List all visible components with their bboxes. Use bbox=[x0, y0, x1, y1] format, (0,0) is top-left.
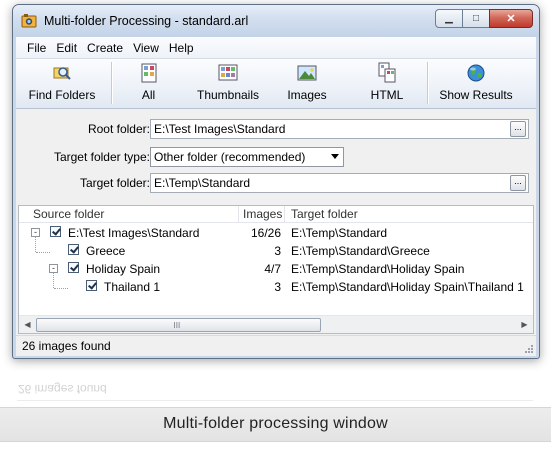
target-folder-row: Target folder: E:\Temp\Standard ... bbox=[16, 173, 536, 195]
tree-row[interactable]: Thailand 1 3 E:\Temp\Standard\Holiday Sp… bbox=[19, 277, 533, 295]
target-type-row: Target folder type: Other folder (recomm… bbox=[16, 147, 536, 169]
client-area: File Edit Create View Help Find Folders bbox=[16, 37, 536, 356]
title-bar[interactable]: Multi-folder Processing - standard.arl ▁… bbox=[13, 5, 539, 37]
minimize-icon: ▁ bbox=[445, 13, 453, 24]
root-folder-value: E:\Test Images\Standard bbox=[154, 122, 286, 136]
row-checkbox[interactable] bbox=[50, 226, 61, 237]
maximize-button[interactable]: □ bbox=[462, 9, 490, 28]
target-folder-path: E:\Temp\Standard\Greece bbox=[291, 244, 430, 258]
tree-row[interactable]: - E:\Test Images\Standard 16/26 E:\Temp\… bbox=[19, 223, 533, 241]
tree-row[interactable]: Greece 3 E:\Temp\Standard\Greece bbox=[19, 241, 533, 259]
image-count: 3 bbox=[274, 244, 281, 258]
settings-form: Root folder: E:\Test Images\Standard ...… bbox=[16, 109, 536, 203]
app-icon bbox=[21, 14, 37, 28]
scroll-right-arrow[interactable]: ▶ bbox=[516, 316, 533, 333]
menu-bar: File Edit Create View Help bbox=[16, 37, 536, 59]
all-button[interactable]: All bbox=[116, 59, 181, 108]
menu-create[interactable]: Create bbox=[83, 37, 129, 58]
source-folder-name: Holiday Spain bbox=[86, 262, 161, 276]
image-count: 16/26 bbox=[250, 226, 281, 240]
horizontal-scrollbar[interactable]: ◀ III ▶ bbox=[19, 315, 533, 333]
image-count: 4/7 bbox=[264, 262, 281, 276]
target-type-value: Other folder (recommended) bbox=[154, 150, 306, 164]
target-folder-label: Target folder: bbox=[79, 176, 150, 190]
column-source-folder[interactable]: Source folder bbox=[33, 207, 104, 221]
thumbnails-button[interactable]: Thumbnails bbox=[188, 59, 268, 108]
menu-edit[interactable]: Edit bbox=[52, 37, 83, 58]
tree-row[interactable]: - Holiday Spain 4/7 E:\Temp\Standard\Hol… bbox=[19, 259, 533, 277]
root-folder-browse-button[interactable]: ... bbox=[510, 121, 526, 137]
scroll-grip: III bbox=[173, 321, 181, 330]
images-icon bbox=[297, 65, 317, 81]
root-folder-input[interactable]: E:\Test Images\Standard ... bbox=[150, 119, 529, 139]
thumbnails-icon bbox=[218, 64, 238, 81]
maximize-icon: □ bbox=[472, 13, 480, 24]
status-bar: 26 images found bbox=[16, 335, 536, 356]
find-folders-icon bbox=[53, 67, 71, 80]
window-controls: ▁ □ ✕ bbox=[435, 9, 533, 28]
scroll-thumb[interactable]: III bbox=[36, 318, 321, 332]
folder-tree[interactable]: Source folder Images Target folder - E:\… bbox=[18, 205, 534, 334]
source-folder-name: E:\Test Images\Standard bbox=[68, 226, 200, 240]
toolbar: Find Folders All Thumbnails Images HTML … bbox=[16, 59, 536, 109]
minimize-button[interactable]: ▁ bbox=[435, 9, 463, 28]
main-window: Multi-folder Processing - standard.arl ▁… bbox=[12, 4, 540, 359]
column-divider[interactable] bbox=[238, 206, 239, 222]
menu-file[interactable]: File bbox=[16, 37, 52, 58]
column-images[interactable]: Images bbox=[243, 207, 282, 221]
resize-grip-icon[interactable] bbox=[524, 344, 534, 354]
thumbnails-label: Thumbnails bbox=[196, 88, 260, 102]
globe-icon bbox=[467, 64, 485, 82]
target-folder-path: E:\Temp\Standard\Holiday Spain bbox=[291, 262, 465, 276]
tree-header: Source folder Images Target folder bbox=[19, 206, 533, 223]
scroll-left-arrow[interactable]: ◀ bbox=[19, 316, 36, 333]
root-folder-label: Root folder: bbox=[87, 122, 150, 136]
menu-help[interactable]: Help bbox=[165, 37, 200, 58]
target-folder-path: E:\Temp\Standard bbox=[291, 226, 388, 240]
target-folder-input[interactable]: E:\Temp\Standard ... bbox=[150, 173, 529, 193]
caption-band: Multi-folder processing window bbox=[0, 407, 551, 442]
close-icon: ✕ bbox=[506, 13, 516, 25]
all-label: All bbox=[141, 88, 156, 102]
close-button[interactable]: ✕ bbox=[489, 9, 533, 28]
collapse-toggle[interactable]: - bbox=[31, 228, 40, 237]
collapse-toggle[interactable]: - bbox=[49, 264, 58, 273]
find-folders-label: Find Folders bbox=[28, 88, 96, 102]
source-folder-name: Greece bbox=[86, 244, 126, 258]
show-results-label: Show Results bbox=[439, 88, 513, 102]
root-folder-row: Root folder: E:\Test Images\Standard ... bbox=[16, 119, 536, 141]
status-text: 26 images found bbox=[22, 339, 111, 353]
target-folder-path: E:\Temp\Standard\Holiday Spain\Thailand … bbox=[291, 280, 524, 294]
figure-caption: Multi-folder processing window bbox=[163, 415, 388, 432]
image-count: 3 bbox=[274, 280, 281, 294]
reflection-divider bbox=[17, 400, 533, 401]
column-target-folder[interactable]: Target folder bbox=[291, 207, 358, 221]
chevron-down-icon bbox=[331, 154, 339, 159]
target-type-select[interactable]: Other folder (recommended) bbox=[150, 147, 344, 167]
all-icon bbox=[141, 63, 156, 83]
html-icon bbox=[378, 62, 396, 83]
window-title: Multi-folder Processing - standard.arl bbox=[44, 14, 249, 28]
images-label: Images bbox=[287, 88, 327, 102]
row-checkbox[interactable] bbox=[68, 244, 79, 255]
target-type-label: Target folder type: bbox=[53, 150, 150, 164]
html-button[interactable]: HTML bbox=[352, 59, 422, 108]
target-folder-value: E:\Temp\Standard bbox=[154, 176, 251, 190]
row-checkbox[interactable] bbox=[68, 262, 79, 273]
find-folders-button[interactable]: Find Folders bbox=[18, 59, 106, 108]
toolbar-separator bbox=[111, 62, 113, 104]
source-folder-name: Thailand 1 bbox=[104, 280, 161, 294]
target-folder-browse-button[interactable]: ... bbox=[510, 175, 526, 191]
reflection-status-text: 26 images found bbox=[18, 382, 107, 396]
images-button[interactable]: Images bbox=[272, 59, 342, 108]
toolbar-separator bbox=[427, 62, 429, 104]
column-divider[interactable] bbox=[284, 206, 285, 222]
html-label: HTML bbox=[370, 88, 404, 102]
show-results-button[interactable]: Show Results bbox=[432, 59, 520, 108]
menu-view[interactable]: View bbox=[129, 37, 165, 58]
row-checkbox[interactable] bbox=[86, 280, 97, 291]
